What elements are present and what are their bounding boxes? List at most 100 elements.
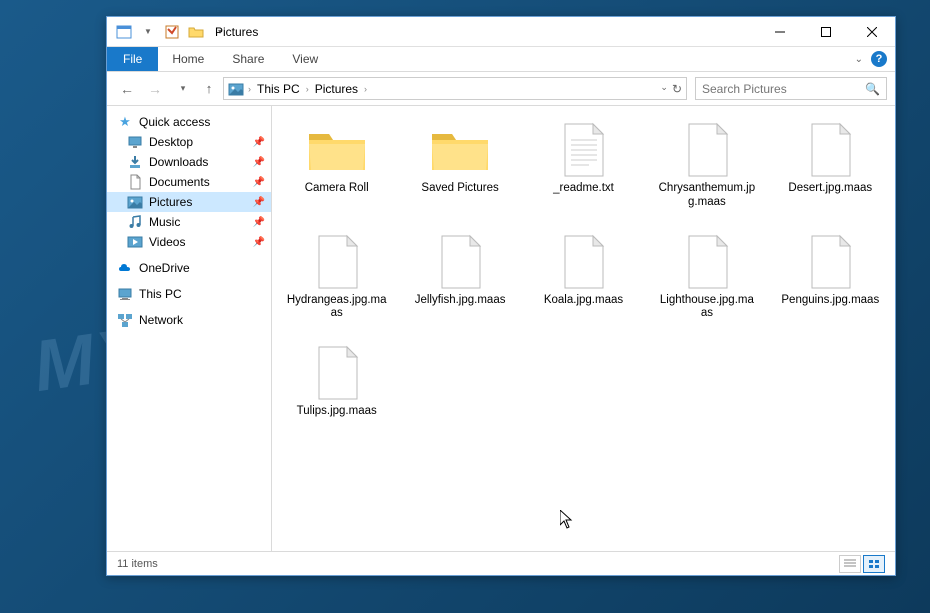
breadcrumb-sep[interactable]: › [362,84,369,94]
file-icon [301,345,373,401]
star-icon: ★ [117,114,133,130]
sidebar-onedrive[interactable]: OneDrive [107,258,271,278]
file-item[interactable]: _readme.txt [525,118,642,214]
ribbon-expand-area: ⌄ ? [855,51,895,67]
forward-button[interactable]: → [143,77,167,101]
ribbon-tab-share[interactable]: Share [218,47,278,71]
file-name: Jellyfish.jpg.maas [415,294,506,308]
address-dropdown-icon[interactable]: ⌄ [660,82,668,96]
cloud-icon [117,260,133,276]
file-item[interactable]: Tulips.jpg.maas [278,341,395,423]
file-name: Lighthouse.jpg.maas [657,294,757,322]
file-name: Chrysanthemum.jpg.maas [657,182,757,210]
sidebar-item-pictures[interactable]: Pictures📌 [107,192,271,212]
file-icon [301,234,373,290]
qat-dropdown-icon[interactable]: ▼ [137,21,159,43]
chevron-down-icon[interactable]: ⌄ [855,54,863,65]
file-name: Saved Pictures [421,182,498,196]
file-name: _readme.txt [553,182,614,196]
status-item-count: 11 items [117,558,158,570]
downloads-icon [127,154,143,170]
breadcrumb-this-pc[interactable]: This PC [255,82,302,96]
sidebar-item-label: Music [149,215,180,229]
sidebar-item-documents[interactable]: Documents📌 [107,172,271,192]
icons-view-button[interactable] [863,555,885,573]
sidebar-quick-access[interactable]: ★ Quick access [107,112,271,132]
help-icon[interactable]: ? [871,51,887,67]
recent-dropdown-icon[interactable]: ▾ [171,77,195,101]
ribbon-tab-view[interactable]: View [278,47,332,71]
file-icon [671,234,743,290]
file-list[interactable]: Camera Roll Saved Pictures _readme.txt Chry… [272,106,895,551]
close-button[interactable] [849,17,895,47]
file-icon [671,122,743,178]
navigation-pane: ★ Quick access Desktop📌Downloads📌Documen… [107,106,272,551]
breadcrumb-sep[interactable]: › [304,84,311,94]
explorer-window: ▼ ▾ Pictures File Home Share View [106,16,896,576]
file-icon [547,234,619,290]
file-item[interactable]: Camera Roll [278,118,395,214]
ribbon-file-tab[interactable]: File [107,47,158,71]
folder-icon [301,122,373,178]
window-controls [757,17,895,47]
pin-icon: 📌 [253,157,265,168]
file-item[interactable]: Desert.jpg.maas [772,118,889,214]
file-name: Penguins.jpg.maas [781,294,879,308]
maximize-button[interactable] [803,17,849,47]
file-item[interactable]: Penguins.jpg.maas [772,230,889,326]
search-icon[interactable]: 🔍 [865,82,880,96]
pc-icon [117,286,133,302]
up-button[interactable]: ↑ [199,79,219,99]
sidebar-network[interactable]: Network [107,310,271,330]
pin-icon: 📌 [253,177,265,188]
sidebar-label: Quick access [139,115,210,129]
sidebar-this-pc[interactable]: This PC [107,284,271,304]
sidebar-item-downloads[interactable]: Downloads📌 [107,152,271,172]
details-view-button[interactable] [839,555,861,573]
sidebar-item-music[interactable]: Music📌 [107,212,271,232]
titlebar: ▼ ▾ Pictures [107,17,895,47]
app-icon[interactable] [113,21,135,43]
refresh-icon[interactable]: ↻ [672,82,682,96]
file-item[interactable]: Lighthouse.jpg.maas [648,230,765,326]
pictures-icon [127,194,143,210]
music-icon [127,214,143,230]
pin-icon: 📌 [253,237,265,248]
minimize-button[interactable] [757,17,803,47]
file-item[interactable]: Jellyfish.jpg.maas [401,230,518,326]
file-name: Koala.jpg.maas [544,294,623,308]
quick-access-toolbar: ▼ ▾ [107,21,231,43]
sidebar-label: OneDrive [139,261,190,275]
sidebar-item-videos[interactable]: Videos 📌 [107,232,271,252]
search-input[interactable] [702,82,865,96]
documents-icon [127,174,143,190]
breadcrumb-pictures[interactable]: Pictures [313,82,360,96]
sidebar-item-label: Videos [149,235,185,249]
address-bar-buttons: ⌄ ↻ [660,82,682,96]
file-name: Hydrangeas.jpg.maas [287,294,387,322]
sidebar-item-desktop[interactable]: Desktop 📌 [107,132,271,152]
sidebar-item-label: Desktop [149,135,193,149]
ribbon-tab-home[interactable]: Home [158,47,218,71]
pin-icon: 📌 [253,137,265,148]
videos-icon [127,234,143,250]
ribbon: File Home Share View ⌄ ? [107,47,895,72]
properties-icon[interactable] [161,21,183,43]
file-icon [794,122,866,178]
address-bar[interactable]: › This PC › Pictures › ⌄ ↻ [223,77,687,100]
file-item[interactable]: Saved Pictures [401,118,518,214]
back-button[interactable]: ← [115,77,139,101]
search-box[interactable]: 🔍 [695,77,887,100]
sidebar-item-label: Pictures [149,195,192,209]
file-name: Tulips.jpg.maas [297,405,377,419]
pictures-icon [228,81,244,97]
sidebar-label: This PC [139,287,182,301]
navigation-bar: ← → ▾ ↑ › This PC › Pictures › ⌄ ↻ 🔍 [107,72,895,106]
file-item[interactable]: Koala.jpg.maas [525,230,642,326]
view-switcher [839,555,885,573]
file-icon [547,122,619,178]
file-item[interactable]: Hydrangeas.jpg.maas [278,230,395,326]
breadcrumb-sep[interactable]: › [246,84,253,94]
file-item[interactable]: Chrysanthemum.jpg.maas [648,118,765,214]
folder-icon[interactable] [185,21,207,43]
